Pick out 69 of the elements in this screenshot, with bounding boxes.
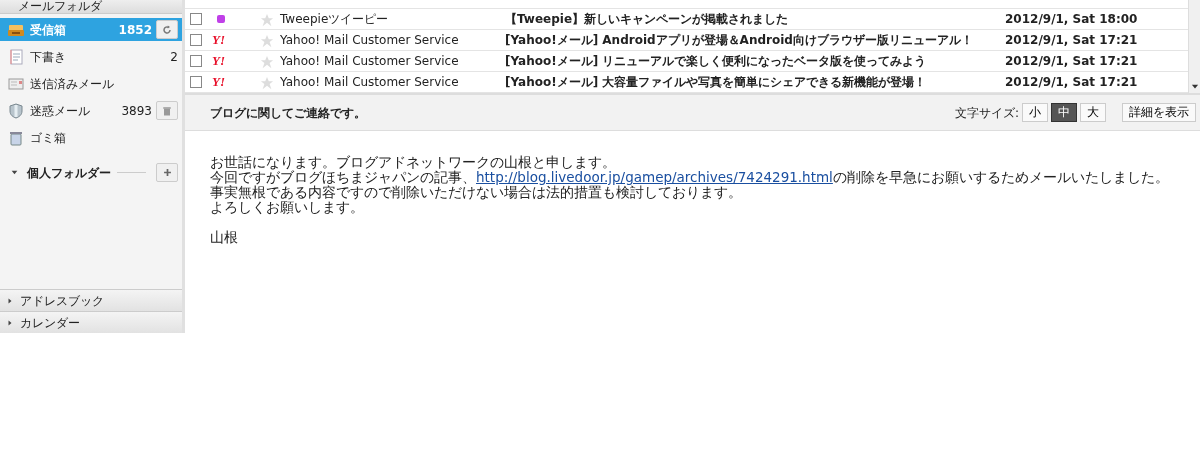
font-size-label: 文字サイズ:: [954, 104, 1019, 122]
star-icon[interactable]: [260, 54, 274, 69]
section-header[interactable]: アドレスブック: [0, 289, 182, 311]
message-row[interactable]: Y! Yahoo! Mail Customer Service [Yahoo!メール] 大容量ファイルや写真を簡単にシェアできる新機能が登場！ 2012/9/1, Sat 17:21: [185, 72, 1188, 93]
checkbox[interactable]: [190, 76, 202, 88]
folder-label: 送信済みメール: [30, 75, 115, 93]
section-title: メールフォルダ: [18, 0, 102, 13]
checkbox[interactable]: [190, 55, 202, 67]
unread-count: 2: [170, 48, 178, 66]
unread-count: 1852: [118, 21, 152, 39]
refresh-button[interactable]: [156, 20, 178, 39]
refresh-icon: [161, 23, 173, 36]
add-folder-button[interactable]: [156, 163, 178, 182]
section-title: 個人フォルダー: [27, 164, 111, 182]
star-icon[interactable]: [260, 75, 274, 90]
message-date: 2012/9/1, Sat 17:21: [1005, 74, 1138, 91]
font-size-button[interactable]: 小: [1022, 103, 1048, 122]
sidebar-header[interactable]: メールフォルダ: [0, 0, 182, 14]
sender-logo: Y!: [212, 31, 225, 50]
sender-name: Tweepieツイーピー: [280, 11, 390, 28]
section-header[interactable]: カレンダー: [0, 311, 182, 333]
empty-trash-button[interactable]: [156, 101, 178, 120]
message-row[interactable]: Y! Yahoo! Mail Customer Service [Yahoo!メール] リニューアルで楽しく便利になったベータ版を使ってみよう 2012/9/1, Sat 17:21: [185, 51, 1188, 72]
message-subject: [Yahoo!メール] Androidアプリが登場＆Android向けブラウザー版リニューアル！: [505, 32, 974, 49]
sender-name: Yahoo! Mail Customer Service: [280, 53, 460, 70]
sender-name: Yahoo! Mail Customer Service: [280, 74, 460, 91]
font-size-button[interactable]: 中: [1051, 103, 1077, 122]
folder-label: 迷惑メール: [30, 102, 91, 120]
folder-item[interactable]: 下書き 2: [0, 45, 182, 68]
folder-label: 下書き: [30, 48, 67, 66]
document-icon: [8, 48, 24, 65]
trash-icon: [161, 104, 173, 117]
body-paragraph: 事実無根である内容ですので削除いただけない場合は法的措置も検討しております。: [210, 185, 742, 200]
checkbox[interactable]: [190, 34, 202, 46]
trash-icon: [8, 129, 24, 146]
body-paragraph: 今回ですがブログほちまジャパンの記事、http://blog.livedoor.jp/gamep/archives/7424291.htmlの削除を早急にお願いするためメールいたしました。: [210, 170, 1170, 185]
message-row[interactable]: Y! Yahoo! Mail Customer Service [Yahoo!メール] Androidアプリが登場＆Android向けブラウザー版リニューアル！ 2012/9/1, Sat 17:21: [185, 30, 1188, 51]
section-title: アドレスブック: [20, 292, 104, 310]
plus-icon: [161, 167, 173, 178]
sender-logo: Y!: [212, 73, 225, 92]
shield-icon: [8, 102, 24, 119]
message-date: 2012/9/1, Sat 17:21: [1005, 53, 1138, 70]
details-button[interactable]: 詳細を表示: [1122, 103, 1196, 122]
message-date: 2012/9/1, Sat 18:00: [1005, 11, 1138, 28]
message-date: 2012/9/1, Sat 17:21: [1005, 32, 1138, 49]
signature: 山根: [210, 230, 239, 245]
star-icon[interactable]: [260, 12, 274, 27]
scrollbar[interactable]: [1188, 0, 1200, 93]
message-subject: [Yahoo!メール] リニューアルで楽しく便利になったベータ版を使ってみよう: [505, 53, 928, 70]
body-paragraph: よろしくお願いします。: [210, 200, 364, 215]
message-row[interactable]: Tweepieツイーピー 【Tweepie】新しいキャンペーンが掲載されました 2012/9/1, Sat 18:00: [185, 9, 1188, 30]
message-subject: 【Tweepie】新しいキャンペーンが掲載されました: [505, 11, 790, 28]
sender-name: Yahoo! Mail Customer Service: [280, 32, 460, 49]
folder-item[interactable]: 迷惑メール 3893: [0, 99, 182, 122]
section-title: カレンダー: [20, 314, 80, 332]
envelope-icon: [8, 75, 24, 92]
folder-item[interactable]: ゴミ箱: [0, 126, 182, 149]
link[interactable]: http://blog.livedoor.jp/gamep/archives/7424291.html: [476, 169, 833, 185]
message-subject: [Yahoo!メール] 大容量ファイルや写真を簡単にシェアできる新機能が登場！: [505, 74, 928, 91]
folder-label: 受信箱: [30, 21, 67, 39]
folder-label: ゴミ箱: [30, 129, 67, 147]
font-size-button[interactable]: 大: [1080, 103, 1106, 122]
body-paragraph: お世話になります。ブログアドネットワークの山根と申します。: [210, 155, 617, 170]
checkbox[interactable]: [190, 13, 202, 25]
unread-count: 3893: [121, 102, 152, 120]
folder-item[interactable]: 送信済みメール: [0, 72, 182, 95]
sender-logo: Y!: [212, 52, 225, 71]
star-icon[interactable]: [260, 33, 274, 48]
message-title: ブログに関してご連絡です。: [210, 104, 367, 122]
